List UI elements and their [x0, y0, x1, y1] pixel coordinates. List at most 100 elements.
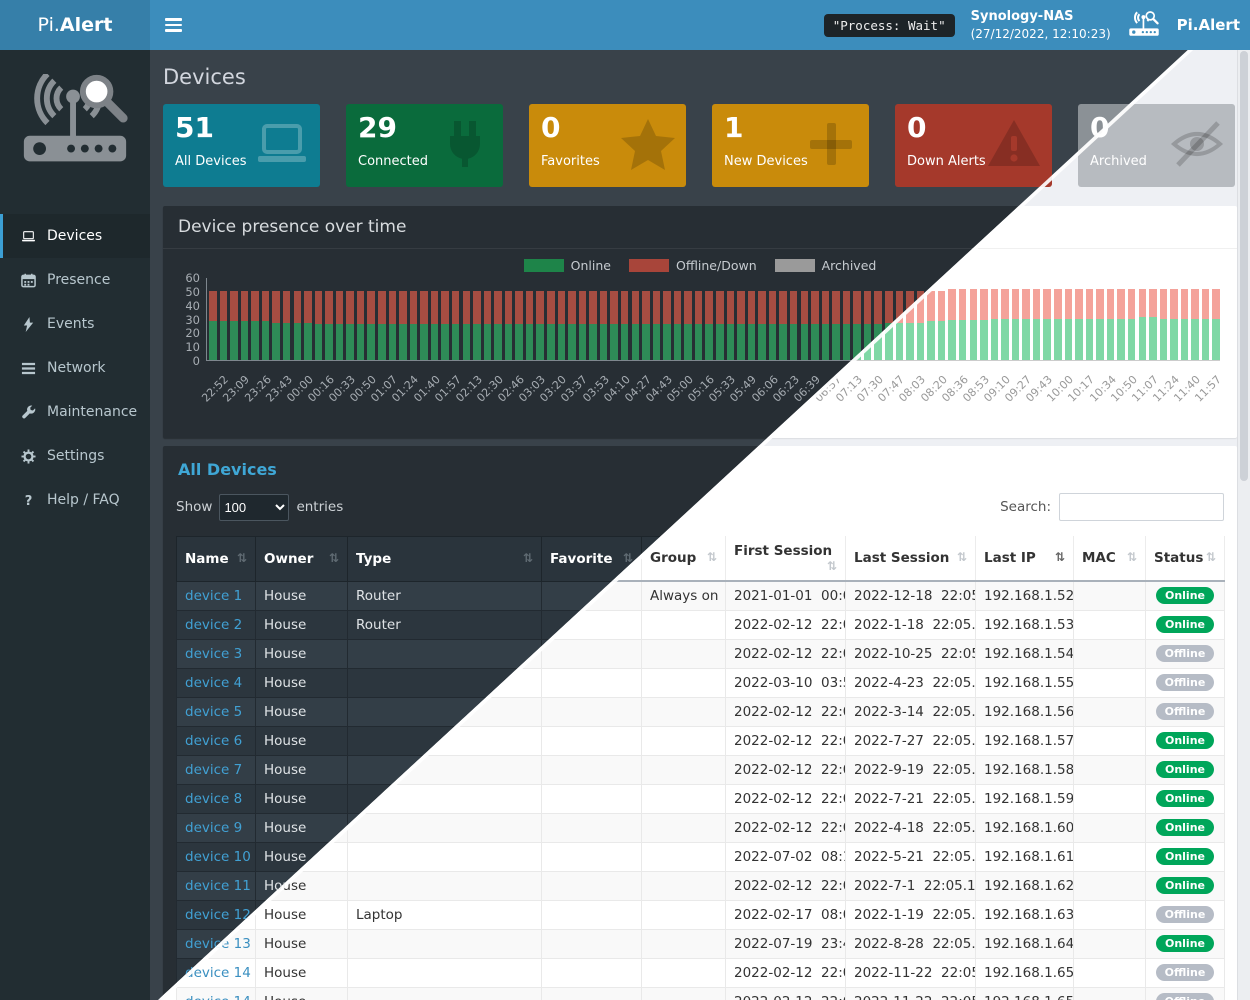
cell-type [348, 640, 542, 669]
chart-bar [1212, 277, 1220, 360]
page-length-select[interactable]: 100 [219, 494, 289, 521]
legend-swatch [629, 259, 669, 272]
cell-owner: House [256, 669, 348, 698]
bar-online-segment [1181, 319, 1189, 361]
device-link[interactable]: device 4 [185, 675, 242, 691]
chart-bar [980, 277, 988, 360]
bar-online-segment [779, 324, 787, 360]
device-link[interactable]: device 14 [185, 965, 251, 981]
sidebar-item-label: Presence [47, 272, 110, 288]
device-link[interactable]: device 8 [185, 791, 242, 807]
sidebar-item-settings[interactable]: Settings [0, 434, 150, 478]
status-badge: Offline [1156, 703, 1215, 720]
bar-online-segment [1107, 319, 1115, 361]
column-header-last-session[interactable]: Last Session⇅ [846, 536, 976, 581]
sidebar-item-devices[interactable]: Devices [0, 214, 150, 258]
bar-online-segment [346, 324, 354, 360]
sidebar-toggle-button[interactable] [150, 0, 196, 50]
device-link[interactable]: device 2 [185, 617, 242, 633]
show-label: Show [176, 499, 212, 515]
sidebar-item-maintenance[interactable]: Maintenance [0, 390, 150, 434]
column-header-mac[interactable]: MAC⇅ [1074, 536, 1146, 581]
cell-mac [1074, 668, 1146, 697]
cell-name: device 3 [177, 640, 256, 669]
bar-offline-segment [970, 289, 978, 319]
card-connected[interactable]: 29Connected [346, 104, 503, 187]
chart-bar [674, 277, 682, 360]
bar-offline-segment [452, 291, 460, 324]
bar-offline-segment [431, 291, 439, 324]
column-header-label: Favorite [550, 551, 613, 567]
bar-offline-segment [621, 291, 629, 324]
device-link[interactable]: device 10 [185, 849, 251, 865]
sort-icon: ⇅ [707, 550, 717, 564]
bar-offline-segment [874, 291, 882, 324]
bar-offline-segment [526, 291, 534, 324]
cell-group [642, 726, 726, 755]
card-favorites[interactable]: 0Favorites [529, 104, 686, 187]
device-link[interactable]: device 11 [185, 878, 251, 894]
sidebar-item-events[interactable]: Events [0, 302, 150, 346]
chart-bar [410, 277, 418, 360]
gear-icon [20, 449, 37, 464]
cell-mac [1074, 784, 1146, 813]
chart-bar [526, 277, 534, 360]
device-link[interactable]: device 5 [185, 704, 242, 720]
cell-group [642, 900, 726, 929]
sort-icon: ⇅ [957, 550, 967, 564]
device-link[interactable]: device 12 [185, 907, 251, 923]
chart-bar [1065, 277, 1073, 360]
chart-bar [283, 277, 291, 360]
column-header-type[interactable]: Type⇅ [348, 537, 542, 582]
bar-offline-segment [632, 291, 640, 324]
column-header-status[interactable]: Status⇅ [1146, 536, 1225, 581]
bar-offline-segment [716, 291, 724, 324]
sidebar-menu: Devices Presence EventsNetworkMaintenanceS… [0, 214, 150, 522]
cell-type [348, 958, 542, 987]
card-all-devices[interactable]: 51All Devices [163, 104, 320, 187]
chart-bar [568, 277, 576, 360]
device-link[interactable]: device 9 [185, 820, 242, 836]
bar-offline-segment [727, 291, 735, 324]
bar-online-segment [1001, 319, 1009, 361]
column-header-owner[interactable]: Owner⇅ [256, 537, 348, 582]
bar-offline-segment [494, 291, 502, 324]
cell-group [642, 697, 726, 726]
cell-status: Online [1146, 610, 1225, 639]
sidebar-item-network[interactable]: Network [0, 346, 150, 390]
chart-bar [1022, 277, 1030, 360]
search-input[interactable] [1059, 493, 1224, 521]
card-new-devices[interactable]: 1New Devices [712, 104, 869, 187]
sidebar-item-presence[interactable]: Presence [0, 258, 150, 302]
brand-logo[interactable]: Pi.Alert [0, 0, 150, 50]
chart-bar [367, 277, 375, 360]
bar-offline-segment [579, 291, 587, 324]
chart-bar [600, 277, 608, 360]
sidebar-item-help-faq[interactable]: ?Help / FAQ [0, 478, 150, 522]
device-link[interactable]: device 6 [185, 733, 242, 749]
device-link[interactable]: device 7 [185, 762, 242, 778]
scrollbar-thumb[interactable] [1240, 51, 1248, 481]
cell-name: device 11 [177, 872, 256, 901]
page-scrollbar[interactable] [1237, 50, 1250, 1000]
bar-online-segment [695, 324, 703, 360]
bar-online-segment [262, 321, 270, 360]
cell-last-session: 2022-1-18 22:05.34 [846, 610, 976, 639]
column-header-name[interactable]: Name⇅ [177, 537, 256, 582]
device-link[interactable]: device 14 [185, 994, 251, 1000]
chart-bar [589, 277, 597, 360]
cell-last-session: 2022-11-22 22:05.54 [846, 958, 976, 987]
chart-bar [463, 277, 471, 360]
device-link[interactable]: device 1 [185, 588, 242, 604]
device-link[interactable]: device 3 [185, 646, 242, 662]
table-row: device 14House2022-02-12 22:052022-11-22… [177, 987, 1225, 1000]
bar-online-segment [684, 324, 692, 360]
cell-status: Online [1146, 842, 1225, 871]
column-header-last-ip[interactable]: Last IP⇅ [976, 536, 1074, 581]
bar-online-segment [536, 324, 544, 360]
column-header-first-session[interactable]: First Session⇅ [726, 536, 846, 581]
column-header-group[interactable]: Group⇅ [642, 536, 726, 581]
card-down-alerts[interactable]: 0Down Alerts [895, 104, 1052, 187]
column-header-label: Last IP [984, 550, 1036, 566]
chart-bar [325, 277, 333, 360]
